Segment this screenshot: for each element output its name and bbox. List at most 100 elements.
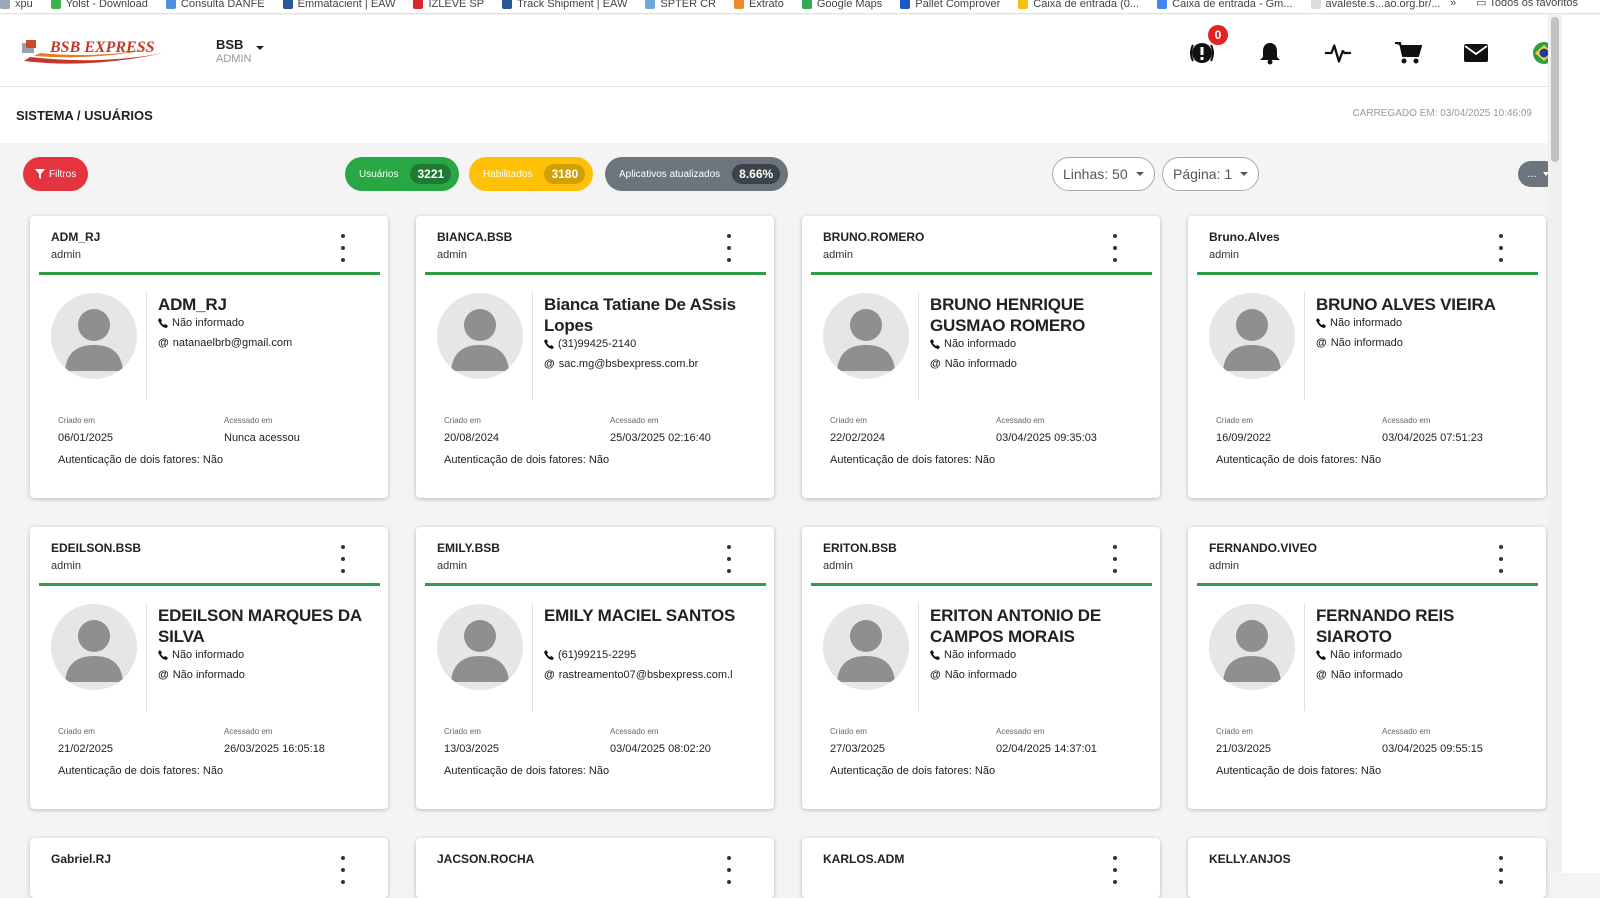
kebab-dot [1499, 569, 1503, 573]
bookmark-icon [50, 0, 61, 9]
card-menu-button[interactable] [336, 854, 350, 886]
user-card[interactable]: Gabriel.RJ [30, 838, 388, 898]
user-email-value: sac.mg@bsbexpress.com.br [558, 358, 699, 370]
kebab-dot [1113, 557, 1117, 561]
enabled-count-pill[interactable]: Habilitados 3180 [469, 157, 594, 191]
notifications-button[interactable] [1256, 39, 1284, 67]
card-menu-button[interactable] [1494, 543, 1508, 575]
user-card[interactable]: KARLOS.ADM [802, 838, 1160, 898]
page-scrollbar[interactable] [1548, 15, 1562, 873]
bookmark-item[interactable]: xpu [0, 0, 33, 10]
phone-icon [158, 318, 168, 328]
created-date: 21/02/2025 [58, 743, 114, 755]
envelope-icon [1464, 44, 1488, 62]
created-date: 13/03/2025 [444, 743, 500, 755]
user-avatar-icon [823, 604, 909, 690]
kebab-dot [341, 545, 345, 549]
page-label: Página: 1 [1173, 166, 1233, 182]
user-login: EMILY.BSB [437, 541, 500, 555]
apps-updated-pill[interactable]: Aplicativos atualizados 8.66% [605, 157, 789, 191]
user-full-name: ERITON ANTONIO DE CAMPOS MORAIS [930, 606, 1102, 646]
card-menu-button[interactable] [336, 232, 350, 264]
user-full-name: FERNANDO REIS SIAROTO [1316, 606, 1455, 646]
bookmark-item[interactable]: IZLEVE SP [413, 0, 484, 10]
all-bookmarks-button[interactable]: ▭ Todos os favoritos [1476, 0, 1578, 9]
user-email: @ Não informado [930, 669, 1017, 681]
bookmark-item[interactable]: SPTER CR [645, 0, 716, 10]
bookmark-item[interactable]: Emmatacient | EAW [282, 0, 395, 10]
bookmark-item[interactable]: Track Shipment | EAW [502, 0, 627, 10]
phone-icon [1316, 650, 1326, 660]
kebab-dot [341, 246, 345, 250]
bookmark-item[interactable]: Caixa de entrada - Gm... [1157, 0, 1293, 10]
user-card[interactable]: ADM_RJ admin ADM_RJ Não informado @ natanaelb… [30, 216, 388, 498]
bookmark-item[interactable]: Extrato [733, 0, 784, 10]
tenant-selector[interactable]: BSB ADMIN [216, 37, 264, 65]
two-factor-status: Autenticação de dois fatores: Não [830, 454, 996, 466]
user-card[interactable]: BIANCA.BSB admin Bianca Tatiane De ASsis L… [416, 216, 774, 498]
filter-icon [35, 169, 45, 179]
bookmark-item[interactable]: Consulta DANFE [165, 0, 265, 10]
tenant-role: ADMIN [216, 53, 252, 65]
user-card[interactable]: JACSON.ROCHA [416, 838, 774, 898]
kebab-dot [1499, 545, 1503, 549]
bookmark-item[interactable]: Yolst - Download [50, 0, 148, 10]
activity-button[interactable] [1324, 39, 1352, 67]
at-icon: @ [158, 337, 169, 349]
user-card[interactable]: KELLY.ANJOS [1188, 838, 1546, 898]
bookmark-item[interactable]: avaleste.s...ao.org.br/... [1310, 0, 1440, 10]
created-label: Criado em [830, 727, 867, 736]
avatar [823, 604, 909, 690]
kebab-dot [341, 258, 345, 262]
created-label: Criado em [58, 416, 95, 425]
accessed-date: 03/04/2025 09:55:15 [1382, 743, 1483, 755]
card-divider [918, 603, 919, 711]
card-menu-button[interactable] [722, 543, 736, 575]
kebab-dot [341, 557, 345, 561]
bookmark-icon [413, 0, 424, 9]
page-select[interactable]: Página: 1 [1162, 157, 1260, 191]
card-menu-button[interactable] [1108, 232, 1122, 264]
card-menu-button[interactable] [1108, 854, 1122, 886]
card-menu-button[interactable] [722, 854, 736, 886]
user-role: admin [823, 560, 853, 572]
chevron-down-icon [1135, 172, 1144, 176]
bookmark-icon [900, 0, 911, 9]
kebab-dot [1499, 868, 1503, 872]
card-menu-button[interactable] [336, 543, 350, 575]
card-menu-button[interactable] [1494, 854, 1508, 886]
bookmark-item[interactable]: Pallet Comprover [900, 0, 1000, 10]
bookmark-item[interactable]: Caixa de entrada (0... [1018, 0, 1139, 10]
scrollbar-thumb[interactable] [1551, 17, 1559, 162]
more-label: ... [1527, 168, 1537, 180]
user-card[interactable]: FERNANDO.VIVEO admin FERNANDO REIS SIAROTO… [1188, 527, 1546, 809]
filters-button[interactable]: Filtros [23, 157, 89, 191]
lines-per-page-select[interactable]: Linhas: 50 [1052, 157, 1155, 191]
messages-button[interactable] [1462, 39, 1490, 67]
user-card[interactable]: EDEILSON.BSB admin EDEILSON MARQUES DA SIL… [30, 527, 388, 809]
bookmark-item[interactable]: Google Maps [801, 0, 882, 10]
company-logo[interactable]: BSB EXPRESS [20, 35, 168, 67]
bookmark-icon [282, 0, 293, 9]
avatar [437, 604, 523, 690]
bookmark-icon [645, 0, 656, 9]
created-label: Criado em [1216, 416, 1253, 425]
accessed-label: Acessado em [1382, 727, 1431, 736]
card-accent-line [425, 583, 766, 586]
more-bookmarks-button[interactable]: » [1450, 0, 1456, 9]
user-card[interactable]: BRUNO.ROMERO admin BRUNO HENRIQUE GUSMAO R… [802, 216, 1160, 498]
card-menu-button[interactable] [1494, 232, 1508, 264]
card-divider [532, 292, 533, 400]
avatar [51, 293, 137, 379]
card-menu-button[interactable] [722, 232, 736, 264]
user-card[interactable]: EMILY.BSB admin EMILY MACIEL SANTOS (61)992… [416, 527, 774, 809]
user-card[interactable]: Bruno.Alves admin BRUNO ALVES VIEIRA Não in… [1188, 216, 1546, 498]
alerts-button[interactable]: 0 [1188, 25, 1228, 67]
user-phone: (61)99215-2295 [544, 649, 636, 661]
card-menu-button[interactable] [1108, 543, 1122, 575]
created-date: 06/01/2025 [58, 432, 114, 444]
kebab-dot [1113, 234, 1117, 238]
cart-button[interactable] [1394, 39, 1422, 67]
users-count-pill[interactable]: Usuários 3221 [345, 157, 460, 191]
user-card[interactable]: ERITON.BSB admin ERITON ANTONIO DE CAMPOS … [802, 527, 1160, 809]
